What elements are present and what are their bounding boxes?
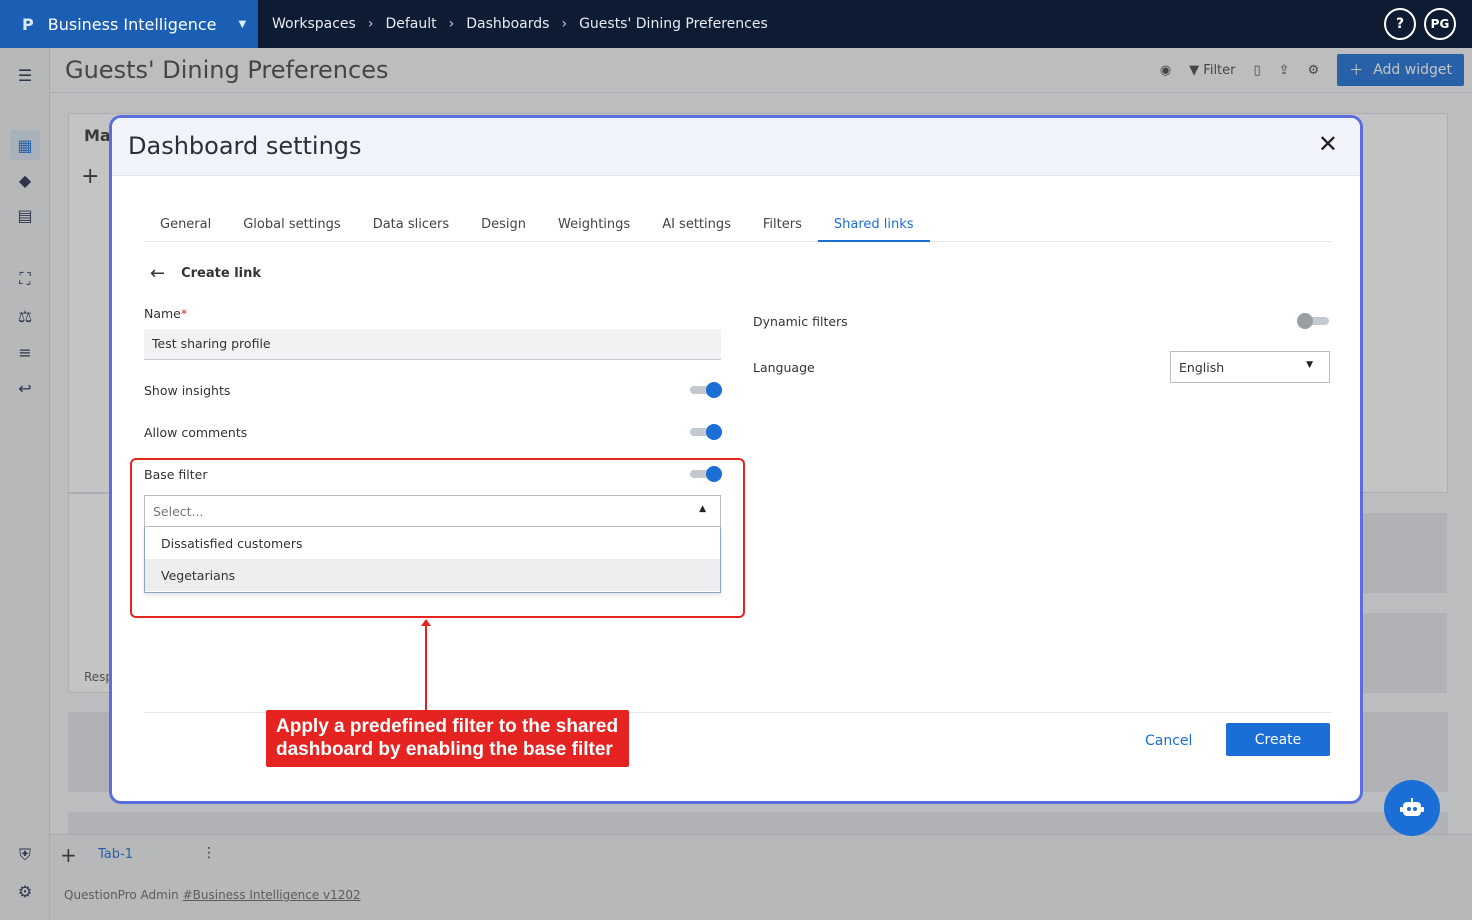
language-label: Language: [753, 360, 815, 375]
chevron-down-icon: ▼: [238, 18, 247, 30]
annotation-callout: Apply a predefined filter to the shared …: [266, 710, 629, 767]
breadcrumb-workspaces[interactable]: Workspaces: [272, 16, 356, 32]
callout-line-2: dashboard by enabling the base filter: [276, 739, 613, 760]
show-insights-toggle[interactable]: [688, 381, 722, 399]
app-switcher[interactable]: P Business Intelligence ▼: [0, 0, 258, 48]
language-value: English: [1179, 360, 1225, 375]
show-insights-label: Show insights: [144, 383, 231, 398]
dynamic-filters-label: Dynamic filters: [753, 314, 848, 329]
tab-global-settings[interactable]: Global settings: [227, 207, 356, 242]
help-button[interactable]: ?: [1384, 8, 1416, 40]
dynamic-filters-toggle[interactable]: [1297, 312, 1331, 330]
create-button[interactable]: Create: [1226, 723, 1330, 756]
required-mark: *: [180, 306, 188, 321]
highlight-box: [130, 458, 745, 618]
app-name: Business Intelligence: [47, 14, 217, 34]
create-link-label: Create link: [181, 266, 262, 281]
back-arrow-icon[interactable]: ←: [150, 263, 165, 284]
tab-shared-links[interactable]: Shared links: [817, 207, 930, 242]
avatar[interactable]: PG: [1424, 8, 1456, 40]
tab-data-slicers[interactable]: Data slicers: [357, 207, 465, 242]
name-label-text: Name: [144, 306, 181, 321]
dashboard-settings-modal: Dashboard settings ✕ General Global sett…: [109, 115, 1363, 804]
chevron-down-icon: ▼: [1306, 360, 1313, 370]
callout-line: [425, 622, 427, 710]
chatbot-button[interactable]: [1384, 780, 1440, 836]
breadcrumb-dashboards[interactable]: Dashboards: [466, 16, 549, 32]
create-link-header: ← Create link: [150, 263, 261, 284]
app-logo-icon: P: [22, 14, 34, 34]
chevron-right-icon: ›: [561, 16, 568, 32]
callout-line-1: Apply a predefined filter to the shared: [276, 716, 619, 737]
breadcrumb-default[interactable]: Default: [385, 16, 436, 32]
tab-weightings[interactable]: Weightings: [542, 207, 646, 242]
robot-icon: [1400, 798, 1424, 816]
chevron-right-icon: ›: [448, 16, 455, 32]
top-bar: P Business Intelligence ▼ Workspaces › D…: [0, 0, 1472, 48]
settings-tabs: General Global settings Data slicers Des…: [144, 207, 1331, 242]
cancel-button[interactable]: Cancel: [1145, 733, 1192, 749]
modal-title: Dashboard settings: [128, 132, 362, 160]
tab-general[interactable]: General: [144, 207, 227, 242]
breadcrumb: Workspaces › Default › Dashboards › Gues…: [272, 16, 768, 32]
modal-header: Dashboard settings ✕: [112, 118, 1360, 176]
tab-filters[interactable]: Filters: [747, 207, 818, 242]
language-select[interactable]: English ▼: [1170, 351, 1330, 383]
name-label: Name*: [144, 306, 187, 321]
tab-ai-settings[interactable]: AI settings: [646, 207, 747, 242]
close-icon[interactable]: ✕: [1318, 132, 1338, 156]
allow-comments-toggle[interactable]: [688, 423, 722, 441]
chevron-right-icon: ›: [367, 16, 374, 32]
name-field[interactable]: Test sharing profile: [144, 329, 721, 360]
tab-design[interactable]: Design: [465, 207, 542, 242]
breadcrumb-current: Guests' Dining Preferences: [579, 16, 768, 32]
allow-comments-label: Allow comments: [144, 425, 248, 440]
